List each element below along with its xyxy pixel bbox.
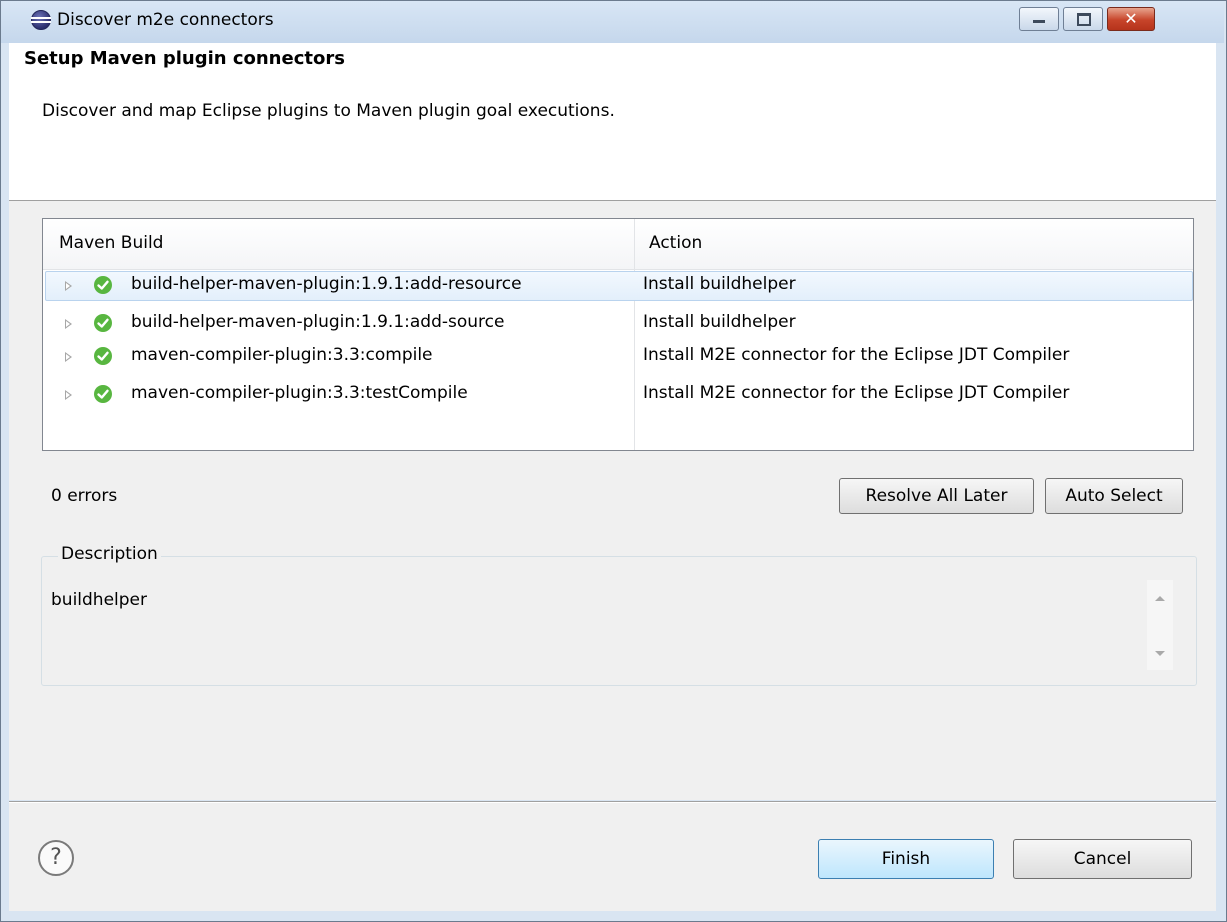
help-icon[interactable]: ? — [38, 840, 74, 876]
green-check-icon — [94, 314, 112, 332]
window-title: Discover m2e connectors — [57, 10, 274, 30]
table-row[interactable]: build-helper-maven-plugin:1.9.1:add-sour… — [43, 309, 1193, 339]
expand-arrow-icon[interactable] — [65, 319, 72, 329]
table-row[interactable]: build-helper-maven-plugin:1.9.1:add-reso… — [43, 271, 1193, 301]
action-cell[interactable]: Install M2E connector for the Eclipse JD… — [643, 345, 1069, 365]
connectors-table[interactable]: Maven Build Action build-helper-maven-pl… — [42, 218, 1194, 451]
minimize-icon — [1033, 20, 1045, 23]
page-description: Discover and map Eclipse plugins to Mave… — [42, 101, 615, 121]
table-header: Maven Build Action — [43, 219, 1193, 270]
green-check-icon — [94, 385, 112, 403]
title-bar[interactable]: Discover m2e connectors ✕ — [1, 1, 1224, 43]
finish-button[interactable]: Finish — [818, 839, 994, 879]
eclipse-icon — [31, 10, 51, 30]
close-icon: ✕ — [1124, 9, 1138, 28]
scroll-up-icon[interactable] — [1155, 596, 1165, 601]
expand-arrow-icon[interactable] — [65, 352, 72, 362]
green-check-icon — [94, 347, 112, 365]
description-text: buildhelper — [51, 590, 147, 610]
description-scrollbar[interactable] — [1147, 580, 1173, 670]
action-cell[interactable]: Install buildhelper — [643, 312, 796, 332]
error-count: 0 errors — [51, 486, 118, 506]
description-legend: Description — [58, 544, 161, 564]
column-header-maven-build[interactable]: Maven Build — [59, 233, 163, 253]
green-check-icon — [94, 276, 112, 294]
expand-arrow-icon[interactable] — [65, 281, 72, 291]
action-cell[interactable]: Install M2E connector for the Eclipse JD… — [643, 383, 1069, 403]
table-row[interactable]: maven-compiler-plugin:3.3:testCompile In… — [43, 380, 1193, 410]
close-button[interactable]: ✕ — [1107, 7, 1155, 31]
expand-arrow-icon[interactable] — [65, 390, 72, 400]
maximize-button[interactable] — [1063, 7, 1103, 31]
page-title: Setup Maven plugin connectors — [24, 48, 345, 69]
maven-build-cell: maven-compiler-plugin:3.3:compile — [131, 345, 433, 365]
maven-build-cell: maven-compiler-plugin:3.3:testCompile — [131, 383, 468, 403]
description-group — [41, 556, 1197, 686]
cancel-button[interactable]: Cancel — [1013, 839, 1192, 879]
table-row[interactable]: maven-compiler-plugin:3.3:compile Instal… — [43, 342, 1193, 372]
maximize-icon — [1077, 13, 1091, 26]
auto-select-button[interactable]: Auto Select — [1045, 478, 1183, 514]
column-header-action[interactable]: Action — [649, 233, 702, 253]
resolve-all-later-button[interactable]: Resolve All Later — [839, 478, 1034, 514]
action-cell[interactable]: Install buildhelper — [643, 274, 796, 294]
maven-build-cell: build-helper-maven-plugin:1.9.1:add-reso… — [131, 274, 522, 294]
minimize-button[interactable] — [1019, 7, 1059, 31]
maven-build-cell: build-helper-maven-plugin:1.9.1:add-sour… — [131, 312, 505, 332]
scroll-down-icon[interactable] — [1155, 651, 1165, 656]
